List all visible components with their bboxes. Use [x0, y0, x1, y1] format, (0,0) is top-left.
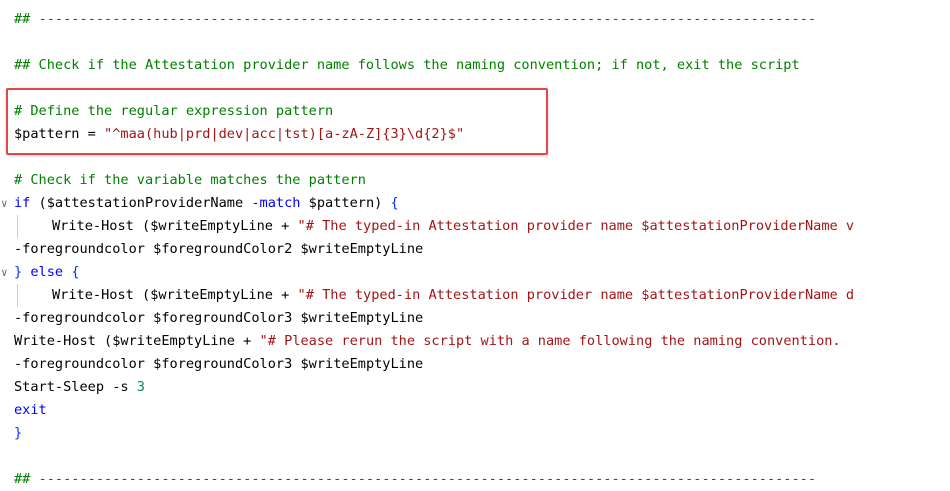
code-line-text: # Check if the variable matches the patt…: [14, 169, 366, 192]
code-line[interactable]: Write-Host ($writeEmptyLine + "# The typ…: [0, 215, 950, 238]
code-line-text: -foregroundcolor $foregroundColor2 $writ…: [14, 238, 423, 261]
token-num: 3: [136, 379, 145, 395]
token-plain: Write-Host: [14, 333, 96, 349]
token-var: $attestationProviderName: [46, 195, 244, 211]
code-line[interactable]: ## Check if the Attestation provider nam…: [0, 54, 950, 77]
token-comment: # Define the regular expression pattern: [14, 103, 334, 119]
code-line-text: # Define the regular expression pattern: [14, 100, 333, 123]
token-op: (: [133, 287, 151, 303]
code-line-text: Write-Host ($writeEmptyLine + "# The typ…: [14, 215, 854, 238]
token-kw: else: [30, 264, 64, 280]
token-op: +: [272, 218, 298, 234]
token-plain: Start-Sleep -s: [14, 379, 137, 395]
token-var: $foregroundColor2: [153, 241, 293, 257]
code-line-text: -foregroundcolor $foregroundColor3 $writ…: [14, 353, 423, 376]
token-op: (: [133, 218, 151, 234]
fold-chevron-icon[interactable]: ∨: [1, 192, 13, 215]
code-line[interactable]: ∨} else {: [0, 261, 950, 284]
code-line[interactable]: ## -------------------------------------…: [0, 8, 950, 31]
token-op: ): [374, 195, 391, 211]
token-op: [300, 195, 308, 211]
token-brace: }: [14, 264, 23, 280]
code-line[interactable]: [0, 77, 950, 100]
token-kw: -match: [251, 195, 301, 211]
token-brace: }: [14, 425, 23, 441]
code-line-text: ## Check if the Attestation provider nam…: [14, 54, 800, 77]
token-var: $foregroundColor3: [153, 356, 293, 372]
token-op: (: [95, 333, 113, 349]
token-comment: # Check if the variable matches the patt…: [14, 172, 366, 188]
token-plain: Write-Host: [52, 218, 134, 234]
token-var: $pattern: [308, 195, 375, 211]
token-str: "^maa(hub|prd|dev|acc|tst)[a-zA-Z]{3}\d{…: [104, 126, 465, 142]
token-var: $writeEmptyLine: [300, 241, 424, 257]
code-line-text: if ($attestationProviderName -match $pat…: [14, 192, 399, 215]
code-line[interactable]: [0, 445, 950, 468]
token-kw: if: [14, 195, 31, 211]
token-kw: exit: [14, 402, 47, 418]
token-brace: {: [71, 264, 80, 280]
code-line-text: Write-Host ($writeEmptyLine + "# Please …: [14, 330, 841, 353]
code-line[interactable]: Start-Sleep -s 3: [0, 376, 950, 399]
token-plain: -foregroundcolor: [14, 241, 154, 257]
code-line-text: ## -------------------------------------…: [14, 8, 816, 31]
code-line[interactable]: [0, 146, 950, 169]
code-editor[interactable]: ## -------------------------------------…: [0, 0, 950, 491]
code-line[interactable]: }: [0, 422, 950, 445]
code-line[interactable]: [0, 31, 950, 54]
code-line[interactable]: Write-Host ($writeEmptyLine + "# The typ…: [0, 284, 950, 307]
token-comment: ## Check if the Attestation provider nam…: [14, 57, 800, 73]
code-line-text: Start-Sleep -s 3: [14, 376, 145, 399]
token-str: "# Please rerun the script with a name f…: [259, 333, 841, 349]
token-op: +: [234, 333, 260, 349]
code-line-text: }: [14, 422, 22, 445]
token-var: $pattern: [14, 126, 80, 142]
token-plain: -foregroundcolor: [14, 310, 154, 326]
token-plain: -foregroundcolor: [14, 356, 154, 372]
token-var: $foregroundColor3: [153, 310, 293, 326]
code-line[interactable]: ## -------------------------------------…: [0, 468, 950, 491]
token-var: $writeEmptyLine: [300, 356, 424, 372]
token-comment: ## -------------------------------------…: [14, 471, 817, 487]
code-line-text: ## -------------------------------------…: [14, 468, 816, 491]
token-op: =: [79, 126, 105, 142]
token-var: $writeEmptyLine: [150, 287, 273, 303]
code-line-text: $pattern = "^maa(hub|prd|dev|acc|tst)[a-…: [14, 123, 464, 146]
code-line-text: Write-Host ($writeEmptyLine + "# The typ…: [14, 284, 854, 307]
code-line[interactable]: -foregroundcolor $foregroundColor2 $writ…: [0, 238, 950, 261]
code-line-text: exit: [14, 399, 47, 422]
token-var: $writeEmptyLine: [112, 333, 235, 349]
code-line[interactable]: -foregroundcolor $foregroundColor3 $writ…: [0, 353, 950, 376]
code-line[interactable]: # Define the regular expression pattern: [0, 100, 950, 123]
code-line[interactable]: $pattern = "^maa(hub|prd|dev|acc|tst)[a-…: [0, 123, 950, 146]
code-line-text: } else {: [14, 261, 80, 284]
code-line[interactable]: ∨ if ($attestationProviderName -match $pa…: [0, 192, 950, 215]
code-line[interactable]: # Check if the variable matches the patt…: [0, 169, 950, 192]
fold-chevron-icon[interactable]: ∨: [1, 261, 13, 284]
code-line[interactable]: exit: [0, 399, 950, 422]
token-plain: Write-Host: [52, 287, 134, 303]
token-var: $writeEmptyLine: [150, 218, 273, 234]
token-op: +: [272, 287, 298, 303]
code-line[interactable]: Write-Host ($writeEmptyLine + "# Please …: [0, 330, 950, 353]
token-brace: {: [390, 195, 399, 211]
token-var: $writeEmptyLine: [300, 310, 424, 326]
token-op: (: [30, 195, 47, 211]
token-str: "# The typed-in Attestation provider nam…: [297, 287, 855, 303]
token-comment: ## -------------------------------------…: [14, 11, 817, 27]
token-str: "# The typed-in Attestation provider nam…: [297, 218, 855, 234]
code-line-text: -foregroundcolor $foregroundColor3 $writ…: [14, 307, 423, 330]
code-line[interactable]: -foregroundcolor $foregroundColor3 $writ…: [0, 307, 950, 330]
